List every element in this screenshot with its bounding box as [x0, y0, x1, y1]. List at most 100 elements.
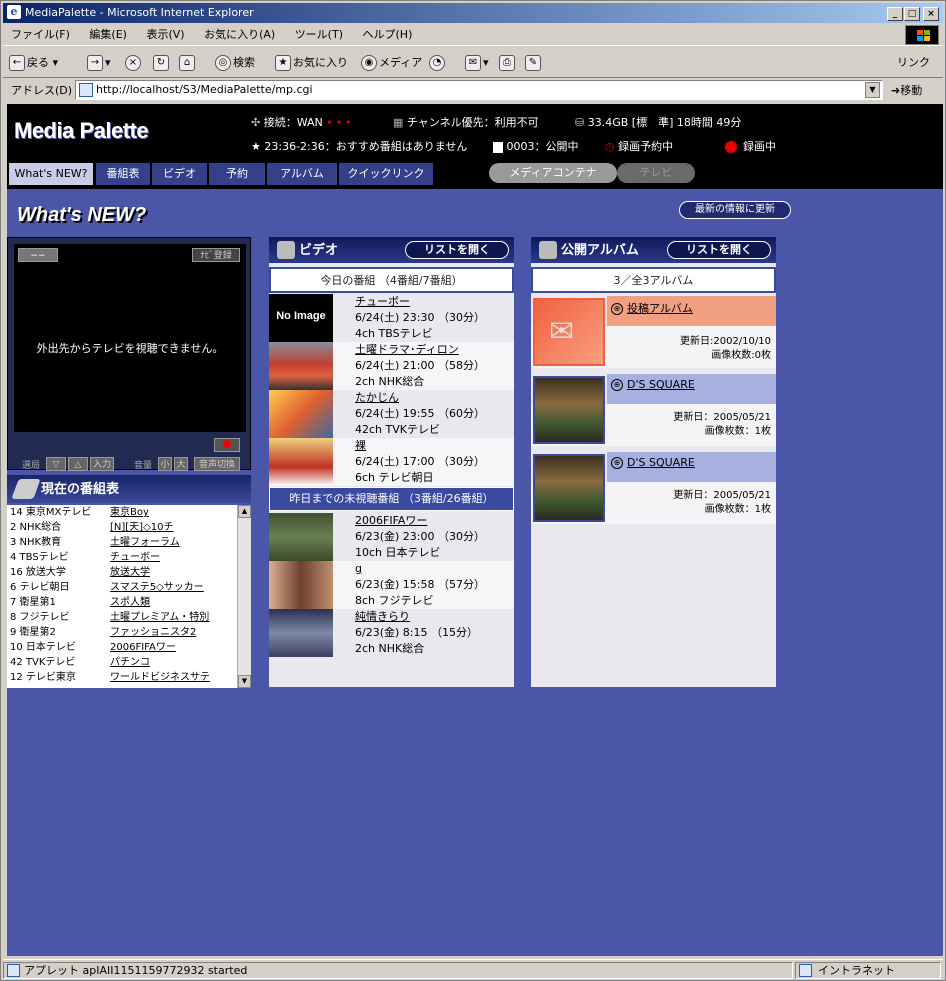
guide-row: 42 TVKテレビ パチンコ	[7, 655, 237, 670]
mail-button[interactable]: ✉ ▾	[465, 52, 489, 74]
video-title-link[interactable]: 裸	[355, 438, 366, 454]
edit-button[interactable]: ✎	[525, 52, 543, 74]
search-icon: ◎	[215, 55, 231, 71]
tv-button[interactable]: テレビ	[617, 163, 695, 183]
video-thumbnail[interactable]	[269, 609, 333, 657]
record-button[interactable]	[214, 438, 240, 452]
video-thumbnail[interactable]	[269, 438, 333, 486]
video-title-link[interactable]: g	[355, 561, 362, 577]
navi-register-button[interactable]: ﾅﾋﾞ登録	[192, 248, 240, 262]
video-thumbnail[interactable]	[269, 342, 333, 390]
menu-favorites[interactable]: お気に入り(A)	[196, 24, 283, 46]
guide-scrollbar[interactable]: ▲ ▼	[237, 505, 251, 688]
document-icon	[493, 141, 503, 153]
guide-row: 2 NHK総合 [N][天]◇10チ	[7, 520, 237, 535]
audio-switch-button[interactable]: 音声切換	[194, 457, 240, 471]
input-button[interactable]: 入力	[90, 457, 114, 471]
album-name-link[interactable]: ⊕ D'S SQUARE	[611, 378, 695, 391]
video-title-link[interactable]: チューボー	[355, 294, 410, 310]
video-thumbnail[interactable]	[269, 390, 333, 438]
refresh-info-button[interactable]: 最新の情報に更新	[679, 201, 791, 219]
tab-video[interactable]: ビデオ	[152, 163, 208, 185]
tab-reservation[interactable]: 予約	[209, 163, 266, 185]
video-thumbnail[interactable]	[269, 513, 333, 561]
minimize-button[interactable]: _	[887, 7, 903, 21]
video-title-link[interactable]: 純情きらり	[355, 609, 410, 625]
guide-program-link[interactable]: チューボー	[110, 550, 236, 565]
tab-program-guide[interactable]: 番組表	[96, 163, 151, 185]
guide-program-link[interactable]: 放送大学	[110, 565, 236, 580]
video-channel: 8ch フジテレビ	[355, 594, 434, 607]
volume-down-button[interactable]: 小	[158, 457, 172, 471]
address-dropdown-button[interactable]: ▼	[865, 82, 880, 98]
video-panel: ビデオ リストを開く 今日の番組 （4番組/7番組） No Image チューボー…	[269, 237, 514, 687]
guide-program-link[interactable]: [N][天]◇10チ	[110, 520, 236, 535]
media-button[interactable]: ◉ メディア	[361, 52, 422, 74]
today-programs-header: 今日の番組 （4番組/7番組）	[269, 267, 514, 293]
app-logo: Media Palette	[14, 118, 149, 143]
go-button[interactable]: ➜移動	[891, 82, 922, 98]
album-thumbnail[interactable]	[533, 376, 605, 444]
refresh-button[interactable]: ↻	[153, 52, 171, 74]
channel-display: −−	[18, 248, 58, 262]
menu-tools[interactable]: ツール(T)	[287, 24, 351, 46]
guide-program-link[interactable]: パチンコ	[110, 655, 236, 670]
tab-quicklink[interactable]: クイックリンク	[339, 163, 434, 185]
album-thumbnail[interactable]: ✉	[533, 298, 605, 366]
history-button[interactable]: ◔	[429, 52, 447, 74]
video-title-link[interactable]: 土曜ドラマ･ディロン	[355, 342, 459, 358]
tab-album[interactable]: アルバム	[267, 163, 338, 185]
guide-program-link[interactable]: 東京Boy	[110, 505, 236, 520]
album-header: 公開アルバム リストを開く	[531, 237, 776, 263]
video-date: 6/24(土) 21:00 （58分）	[355, 359, 485, 372]
home-icon: ⌂	[179, 55, 195, 71]
globe-icon: ⊕	[611, 303, 623, 315]
menu-view[interactable]: 表示(V)	[138, 24, 192, 46]
album-image-count: 画像枚数:0枚	[711, 350, 771, 361]
globe-icon: ⊕	[611, 457, 623, 469]
channel-down-button[interactable]: ▽	[46, 457, 66, 471]
channel-up-button[interactable]: △	[68, 457, 88, 471]
maximize-button[interactable]: □	[904, 7, 920, 21]
guide-program-link[interactable]: スマステ5◇サッカー	[110, 580, 236, 595]
tab-whats-new[interactable]: What's NEW?	[9, 163, 94, 185]
guide-program-link[interactable]: 土曜プレミアム・特別	[110, 610, 236, 625]
guide-program-link[interactable]: 2006FIFAワー	[110, 640, 236, 655]
album-name-link[interactable]: ⊕ 投稿アルバム	[611, 300, 693, 316]
links-button[interactable]: リンク	[897, 52, 930, 74]
album-thumbnail[interactable]	[533, 454, 605, 522]
menu-help[interactable]: ヘルプ(H)	[355, 24, 421, 46]
video-open-list-button[interactable]: リストを開く	[405, 241, 509, 259]
forward-button[interactable]: → ▾	[87, 52, 111, 74]
stop-button[interactable]: ×	[125, 52, 143, 74]
volume-up-button[interactable]: 大	[174, 457, 188, 471]
album-name-link[interactable]: ⊕ D'S SQUARE	[611, 456, 695, 469]
video-title-link[interactable]: 2006FIFAワー	[355, 513, 427, 529]
print-button[interactable]: ⎙	[499, 52, 517, 74]
media-container-button[interactable]: メディアコンテナ	[489, 163, 617, 183]
video-thumbnail[interactable]: No Image	[269, 294, 333, 342]
album-open-list-button[interactable]: リストを開く	[667, 241, 771, 259]
video-title-link[interactable]: たかじん	[355, 390, 399, 406]
back-button[interactable]: ← 戻る ▾	[9, 52, 58, 74]
address-input[interactable]: http://localhost/S3/MediaPalette/mp.cgi	[75, 80, 883, 100]
search-button[interactable]: ◎ 検索	[215, 52, 255, 74]
menu-edit[interactable]: 編集(E)	[81, 24, 135, 46]
guide-program-link[interactable]: スポ人類	[110, 595, 236, 610]
scroll-down-icon[interactable]: ▼	[238, 675, 251, 688]
guide-channel: 4 TBSテレビ	[10, 552, 69, 563]
page-title: What's NEW?	[17, 204, 147, 226]
close-button[interactable]: ×	[923, 7, 939, 21]
program-guide-list: 14 東京MXテレビ 東京Boy 2 NHK総合 [N][天]◇10チ 3 NHK教…	[7, 505, 251, 688]
intranet-icon	[799, 964, 812, 977]
video-thumbnail[interactable]	[269, 561, 333, 609]
guide-row: 7 衛星第1 スポ人類	[7, 595, 237, 610]
home-button[interactable]: ⌂	[179, 52, 197, 74]
video-channel: 10ch 日本テレビ	[355, 546, 441, 559]
guide-program-link[interactable]: ファッショニスタ2	[110, 625, 236, 640]
menu-file[interactable]: ファイル(F)	[3, 24, 78, 46]
favorites-button[interactable]: ★ お気に入り	[275, 52, 348, 74]
guide-program-link[interactable]: 土曜フォーラム	[110, 535, 236, 550]
scroll-up-icon[interactable]: ▲	[238, 505, 251, 518]
guide-program-link[interactable]: ワールドビジネスサテ	[110, 670, 236, 685]
